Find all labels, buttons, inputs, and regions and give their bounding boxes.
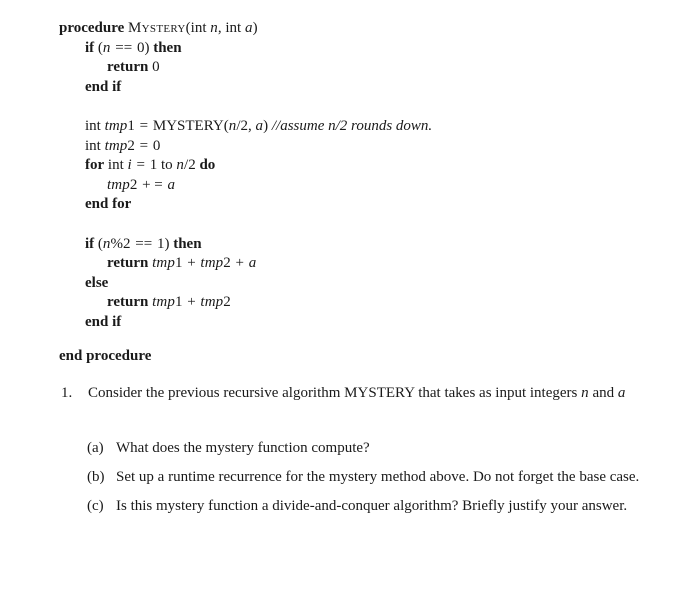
- code-line: return 0: [59, 58, 659, 78]
- code-token: +: [231, 255, 248, 272]
- code-token: +: [183, 255, 200, 272]
- code-token: int: [85, 137, 105, 154]
- code-line: end if: [59, 313, 659, 333]
- code-token: a: [167, 176, 176, 193]
- code-token: 2: [223, 294, 231, 311]
- code-token: and: [588, 385, 618, 401]
- code-token: 2: [127, 137, 135, 154]
- code-token: int: [104, 157, 128, 174]
- sub-question-item: (b) Set up a runtime recurrence for the m…: [87, 467, 657, 487]
- code-line: if (n == 0) then: [59, 39, 659, 59]
- code-token: //assume n/2 rounds down.: [271, 117, 433, 134]
- code-token: then: [153, 39, 182, 56]
- code-token: tmp: [104, 117, 128, 134]
- code-line: return tmp1 + tmp2 + a: [59, 254, 659, 274]
- code-line: end for: [59, 195, 659, 215]
- code-token: /2: [184, 157, 200, 174]
- code-line: end if: [59, 78, 659, 98]
- code-token: n: [102, 39, 111, 56]
- code-token: for: [85, 157, 105, 174]
- code-line: tmp2 + = a: [59, 176, 659, 196]
- sub-question-marker: (b): [87, 469, 105, 485]
- code-token: end for: [85, 196, 132, 213]
- sub-question-marker: (a): [87, 440, 104, 456]
- code-token: tmp: [200, 255, 224, 272]
- code-token: procedure: [59, 20, 125, 36]
- code-token: int: [85, 117, 105, 134]
- code-line: else: [59, 274, 659, 294]
- code-token: MYSTERY: [152, 117, 224, 134]
- code-token: tmp: [104, 137, 128, 154]
- sub-question-text: What does the mystery function compute?: [116, 440, 370, 456]
- code-token: Consider the previous recursive algorith…: [88, 385, 582, 401]
- code-token: 2: [223, 255, 231, 272]
- code-line: for int i = 1 to n/2 do: [59, 156, 659, 176]
- code-token: return: [107, 294, 149, 311]
- code-token: tmp: [200, 294, 224, 311]
- code-token: Mystery: [128, 20, 186, 36]
- code-token: %2: [110, 235, 131, 252]
- code-token: +: [183, 294, 200, 311]
- code-token: tmp: [152, 255, 175, 272]
- code-token: 0: [152, 137, 161, 154]
- code-token: return: [107, 255, 149, 272]
- sub-question-item: (c) Is this mystery function a divide-and…: [87, 496, 657, 516]
- code-line: int tmp1 = MYSTERY(n/2, a) //assume n/2 …: [59, 117, 659, 137]
- code-token: =: [135, 117, 152, 134]
- code-token: n: [176, 157, 185, 174]
- code-token: ==: [131, 235, 156, 252]
- question-list: 1. Consider the previous recursive algori…: [58, 383, 658, 403]
- code-token: , int: [217, 20, 245, 36]
- code-token: =: [135, 137, 152, 154]
- code-token: else: [85, 274, 109, 291]
- code-token: 1): [156, 235, 174, 252]
- code-token: return: [107, 59, 149, 76]
- code-token: 0: [148, 59, 160, 76]
- code-token: a: [244, 20, 253, 36]
- code-line: if (n%2 == 1) then: [59, 235, 659, 255]
- code-token: ==: [111, 39, 136, 56]
- pseudocode-algorithm-block: procedure Mystery(int n, int a) if (n == …: [59, 19, 659, 333]
- question-marker: 1.: [61, 385, 73, 401]
- code-token: 1: [127, 117, 135, 134]
- code-token: if: [85, 235, 95, 252]
- code-token: (int: [185, 20, 211, 36]
- code-token: end if: [85, 313, 122, 330]
- code-line: int tmp2 = 0: [59, 137, 659, 157]
- sub-question-item: (a) What does the mystery function comput…: [87, 438, 657, 458]
- code-line: procedure Mystery(int n, int a): [59, 19, 659, 39]
- code-token: /2,: [236, 117, 256, 134]
- code-token: ): [252, 20, 258, 36]
- sub-question-marker: (c): [87, 498, 104, 514]
- code-token: if: [85, 39, 95, 56]
- code-token: a: [255, 117, 264, 134]
- sub-question-text: Set up a runtime recurrence for the myst…: [116, 469, 640, 485]
- sub-question-text: Is this mystery function a divide-and-co…: [116, 498, 628, 514]
- code-token: n: [581, 385, 589, 401]
- code-token: (: [94, 235, 103, 252]
- sub-question-list: (a) What does the mystery function comput…: [87, 438, 657, 525]
- code-token: a: [248, 255, 257, 272]
- code-token: ): [263, 117, 272, 134]
- code-token: (: [94, 39, 103, 56]
- code-line: return tmp1 + tmp2: [59, 293, 659, 313]
- code-token: =: [132, 157, 149, 174]
- code-token: 0): [136, 39, 154, 56]
- code-token: tmp: [152, 294, 175, 311]
- question-text: Consider the previous recursive algorith…: [88, 383, 658, 403]
- code-token: 1 to: [149, 157, 177, 174]
- code-token: n: [210, 20, 218, 36]
- code-token: n: [102, 235, 111, 252]
- code-token: a: [617, 385, 626, 401]
- code-token: end if: [85, 78, 122, 95]
- document-page: procedure Mystery(int n, int a) if (n == …: [0, 0, 677, 592]
- question-item: 1. Consider the previous recursive algori…: [58, 383, 658, 403]
- code-token: do: [199, 157, 216, 174]
- code-token: then: [173, 235, 202, 252]
- code-token: tmp: [107, 176, 130, 193]
- end-procedure-label: end procedure: [59, 348, 152, 364]
- code-token: + =: [138, 176, 167, 193]
